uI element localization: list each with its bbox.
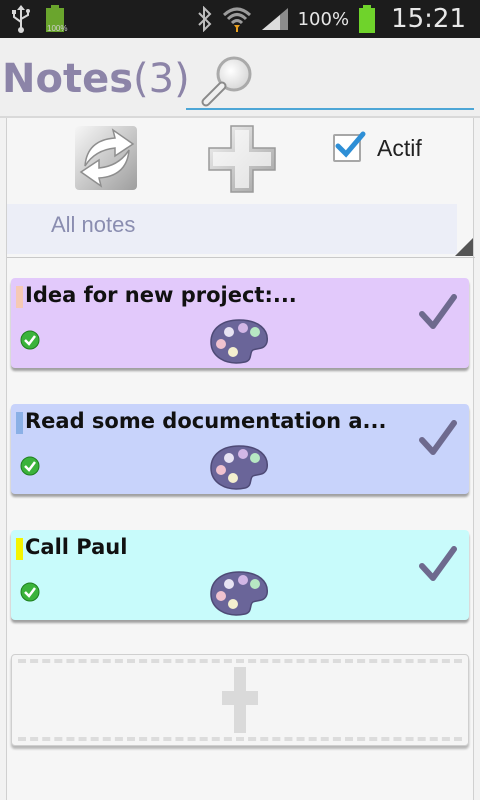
checkmark-icon[interactable]	[419, 546, 457, 582]
usb-icon	[12, 5, 30, 33]
status-bar: 100% 100% 15:21	[0, 0, 480, 38]
signal-icon	[261, 8, 288, 30]
note-tag-color	[16, 412, 23, 434]
palette-icon[interactable]	[209, 318, 269, 364]
note-title: Read some documentation a...	[25, 409, 387, 433]
notes-panel: Actif All notes Idea for new project:...…	[6, 118, 475, 800]
add-icon[interactable]	[207, 124, 277, 194]
note-count: (3)	[133, 56, 190, 102]
battery-small-label: 100%	[47, 24, 68, 33]
add-note-card[interactable]	[11, 654, 469, 746]
search-input[interactable]	[256, 60, 466, 100]
search-field[interactable]	[186, 50, 474, 110]
page-title-label: Notes	[2, 56, 134, 102]
note-card[interactable]: Idea for new project:...	[11, 278, 469, 368]
add-card-top-border	[18, 659, 462, 663]
green-check-circle-icon	[20, 330, 40, 350]
green-check-circle-icon	[20, 582, 40, 602]
actif-toggle[interactable]: Actif	[333, 131, 422, 162]
clock: 15:21	[391, 4, 466, 34]
palette-icon[interactable]	[209, 444, 269, 490]
checkmark-icon[interactable]	[419, 294, 457, 330]
toolbar: Actif All notes	[7, 118, 475, 258]
note-title: Call Paul	[25, 535, 128, 559]
palette-icon[interactable]	[209, 570, 269, 616]
add-icon	[222, 667, 258, 733]
battery-percent: 100%	[297, 8, 350, 30]
note-title: Idea for new project:...	[25, 283, 297, 307]
actif-label: Actif	[377, 134, 422, 161]
bluetooth-icon	[197, 6, 212, 32]
note-tag-color	[16, 286, 23, 308]
checkmark-icon	[335, 131, 366, 158]
note-tag-color	[16, 538, 23, 560]
wifi-icon	[222, 7, 251, 32]
actif-checkbox[interactable]	[333, 131, 366, 162]
note-card[interactable]: Read some documentation a...	[11, 404, 469, 494]
checkmark-icon[interactable]	[419, 420, 457, 456]
page-title: Notes(3)	[2, 56, 190, 102]
green-check-circle-icon	[20, 456, 40, 476]
app-header: Notes(3)	[0, 38, 480, 118]
battery-icon	[359, 5, 376, 33]
filter-dropdown[interactable]: All notes	[7, 204, 473, 256]
note-card[interactable]: Call Paul	[11, 530, 469, 620]
status-bar-right: 100% 15:21	[196, 0, 466, 38]
filter-label: All notes	[51, 212, 136, 237]
dropdown-arrow-icon	[455, 238, 473, 256]
search-icon[interactable]	[198, 52, 260, 108]
add-card-bottom-border	[18, 737, 462, 741]
refresh-icon[interactable]	[73, 122, 141, 194]
